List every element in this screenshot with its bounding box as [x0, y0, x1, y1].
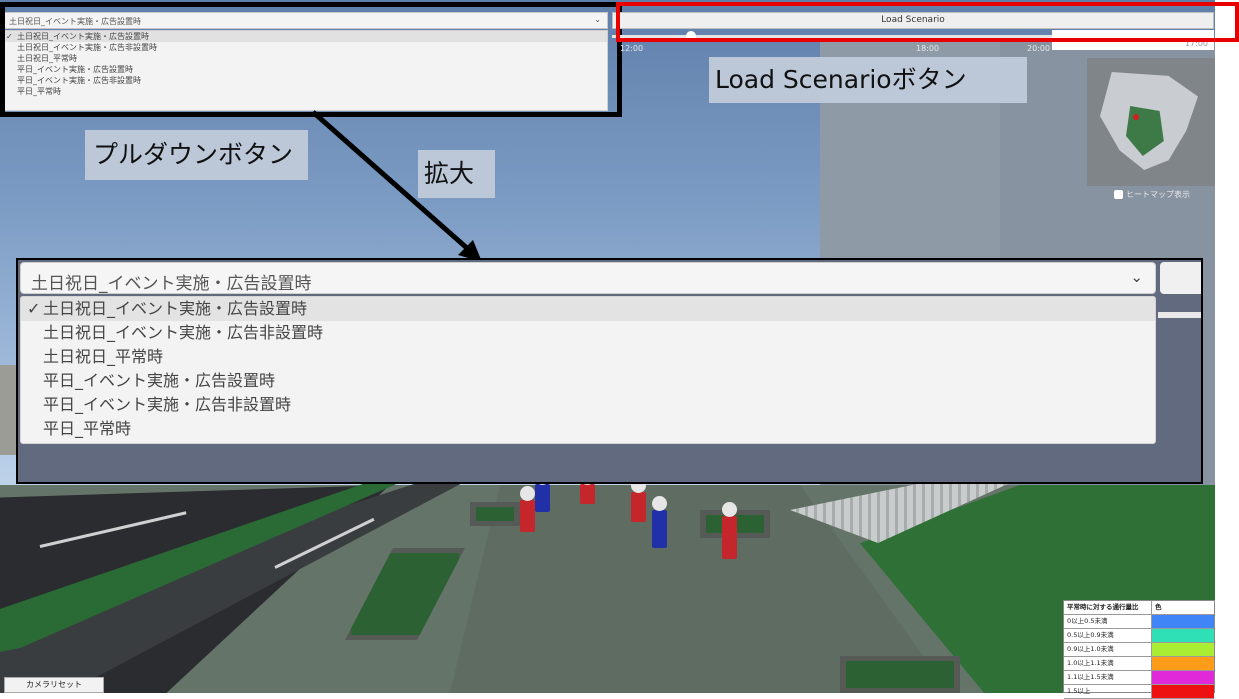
legend-color-swatch	[1152, 643, 1214, 656]
legend-header-color: 色	[1155, 603, 1162, 611]
legend-header-row: 平常時に対する通行量比 色	[1064, 601, 1214, 615]
dropdown-option[interactable]: 土日祝日_イベント実施・広告非設置時	[21, 321, 1155, 345]
dropdown-option[interactable]: 平日_イベント実施・広告非設置時	[21, 393, 1155, 417]
zoomed-dropdown-list[interactable]: ✓ 土日祝日_イベント実施・広告設置時 土日祝日_イベント実施・広告非設置時 土日…	[20, 296, 1156, 444]
pedestrian-marker	[631, 478, 646, 522]
dropdown-selected-value: 土日祝日_イベント実施・広告設置時	[31, 274, 312, 294]
dropdown-option[interactable]: 平日_イベント実施・広告設置時	[21, 369, 1155, 393]
pedestrian-marker	[652, 496, 667, 548]
zoomed-dropdown-field[interactable]: 土日祝日_イベント実施・広告設置時 ⌄	[20, 262, 1156, 294]
legend-row: 1.1以上1.5未満	[1064, 671, 1214, 685]
checkbox-icon[interactable]	[1114, 190, 1123, 199]
caption-pulldown: プルダウンボタン	[85, 130, 308, 180]
time-tick-label: 20:00	[1027, 44, 1051, 53]
pedestrian-marker	[535, 470, 550, 512]
time-tick-label: 18:00	[916, 44, 940, 53]
dropdown-option[interactable]: ✓ 土日祝日_イベント実施・広告設置時	[21, 297, 1155, 321]
legend-header-ratio: 平常時に対する通行量比	[1064, 601, 1152, 614]
legend-color-swatch	[1152, 671, 1214, 684]
legend-color-swatch	[1152, 657, 1214, 670]
legend-color-swatch	[1152, 629, 1214, 642]
checkmark-icon: ✓	[27, 299, 41, 318]
minimap-location-icon	[1133, 114, 1139, 120]
legend-row: 0以上0.5未満	[1064, 615, 1214, 629]
legend-row: 0.9以上1.0未満	[1064, 643, 1214, 657]
chevron-down-icon[interactable]: ⌄	[1130, 268, 1143, 286]
caption-zoom: 拡大	[418, 150, 495, 198]
zoomed-dropdown-panel: 土日祝日_イベント実施・広告設置時 ⌄ ✓ 土日祝日_イベント実施・広告設置時 土…	[16, 258, 1203, 484]
caption-load-scenario: Load Scenarioボタン	[709, 57, 1027, 103]
pedestrian-marker	[520, 486, 535, 532]
legend-row: 1.5以上	[1064, 685, 1214, 699]
zoomed-load-button-edge[interactable]	[1160, 262, 1201, 294]
legend-row: 0.5以上0.9未満	[1064, 629, 1214, 643]
camera-reset-button[interactable]: カメラリセット	[4, 677, 104, 693]
heatmap-toggle[interactable]: ヒートマップ表示	[1114, 189, 1190, 200]
dropdown-option[interactable]: 平日_平常時	[21, 417, 1155, 441]
highlight-frame-dropdown	[0, 2, 622, 117]
legend-color-swatch	[1152, 685, 1214, 698]
heatmap-toggle-label: ヒートマップ表示	[1126, 190, 1190, 199]
dropdown-option[interactable]: 土日祝日_平常時	[21, 345, 1155, 369]
legend-row: 1.0以上1.1未満	[1064, 657, 1214, 671]
highlight-frame-load-button	[616, 2, 1239, 42]
planter	[470, 502, 520, 526]
zoomed-slider-edge	[1158, 312, 1201, 318]
pedestrian-marker	[722, 502, 737, 559]
planter	[840, 656, 960, 693]
pedestrian-marker	[580, 470, 595, 504]
time-tick-label: 12:00	[620, 44, 644, 53]
traffic-ratio-legend: 平常時に対する通行量比 色 0以上0.5未満 0.5以上0.9未満 0.9以上1…	[1063, 600, 1215, 699]
legend-color-swatch	[1152, 615, 1214, 628]
